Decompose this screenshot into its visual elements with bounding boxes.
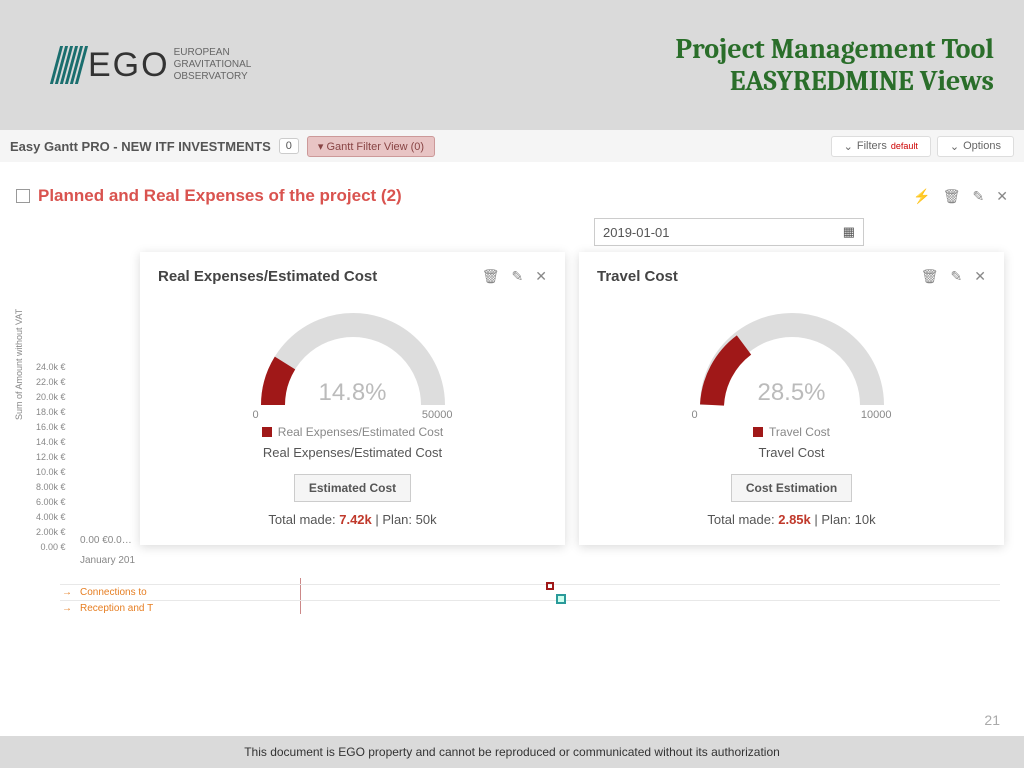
collapse-icon[interactable] xyxy=(16,189,30,203)
edit-icon[interactable]: ✎ xyxy=(512,268,524,285)
estimated-cost-button[interactable]: Estimated Cost xyxy=(294,474,411,502)
calendar-icon: ▦ xyxy=(843,224,855,240)
totals-line: Total made: 2.85k | Plan: 10k xyxy=(597,512,986,527)
gauge-sublabel: Travel Cost xyxy=(597,445,986,460)
logo-subtitle: EUROPEAN GRAVITATIONAL OBSERVATORY xyxy=(174,47,252,83)
totals-line: Total made: 7.42k | Plan: 50k xyxy=(158,512,547,527)
close-icon[interactable]: ✕ xyxy=(974,268,986,285)
app-toolbar: Easy Gantt PRO - NEW ITF INVESTMENTS 0 ▾… xyxy=(0,130,1024,162)
edit-icon[interactable]: ✎ xyxy=(951,268,963,285)
logo-text: EGO xyxy=(88,46,170,85)
card-title: Real Expenses/Estimated Cost xyxy=(158,268,377,285)
gantt-rows: →Connections to →Reception and T xyxy=(60,584,1000,616)
chevron-down-icon: ⌄ xyxy=(844,140,853,153)
gantt-filter-button[interactable]: ▾ Gantt Filter View (0) xyxy=(307,136,435,157)
options-button[interactable]: ⌄ Options xyxy=(937,136,1014,157)
gantt-row[interactable]: →Reception and T xyxy=(60,600,1000,616)
trash-icon[interactable]: 🗑 xyxy=(943,188,961,205)
section-header: Planned and Real Expenses of the project… xyxy=(0,162,1024,214)
trash-icon[interactable]: 🗑 xyxy=(482,268,500,285)
arrow-right-icon: → xyxy=(62,603,72,614)
edit-icon[interactable]: ✎ xyxy=(973,188,985,205)
footer: This document is EGO property and cannot… xyxy=(0,736,1024,768)
filter-icon: ▾ xyxy=(318,141,324,153)
slide-header: EGO EUROPEAN GRAVITATIONAL OBSERVATORY P… xyxy=(0,0,1024,130)
filters-button[interactable]: ⌄ Filters default xyxy=(831,136,931,157)
legend-swatch xyxy=(753,427,763,437)
bolt-icon[interactable]: ⚡ xyxy=(913,188,930,205)
gauge-value: 14.8% xyxy=(253,379,453,407)
card-title: Travel Cost xyxy=(597,268,678,285)
gantt-row[interactable]: →Connections to xyxy=(60,584,1000,600)
x-tick-jan: January 201 xyxy=(80,555,135,566)
logo: EGO EUROPEAN GRAVITATIONAL OBSERVATORY xyxy=(55,46,251,85)
slide-title: Project Management Tool EASYREDMINE View… xyxy=(675,33,994,97)
gauge-card-expenses: Real Expenses/Estimated Cost 🗑 ✎ ✕ 14.8%… xyxy=(140,252,565,545)
gauge-chart: 14.8% xyxy=(253,305,453,415)
close-icon[interactable]: ✕ xyxy=(996,188,1008,205)
close-icon[interactable]: ✕ xyxy=(535,268,547,285)
gauge-card-travel: Travel Cost 🗑 ✎ ✕ 28.5% 0 10000 Travel C… xyxy=(579,252,1004,545)
cost-estimation-button[interactable]: Cost Estimation xyxy=(731,474,852,502)
arrow-right-icon: → xyxy=(62,587,72,598)
page-number: 21 xyxy=(984,712,1000,728)
trash-icon[interactable]: 🗑 xyxy=(921,268,939,285)
section-title: Planned and Real Expenses of the project… xyxy=(38,186,402,206)
gauge-chart: 28.5% xyxy=(692,305,892,415)
gantt-marker xyxy=(546,582,554,590)
legend-swatch xyxy=(262,427,272,437)
date-input[interactable]: 2019-01-01 ▦ xyxy=(594,218,864,246)
gauge-sublabel: Real Expenses/Estimated Cost xyxy=(158,445,547,460)
logo-stripes-icon xyxy=(55,46,83,84)
chevron-down-icon: ⌄ xyxy=(950,140,959,153)
page-title: Easy Gantt PRO - NEW ITF INVESTMENTS xyxy=(10,139,271,154)
gantt-marker xyxy=(556,594,566,604)
gauge-value: 28.5% xyxy=(692,379,892,407)
count-badge: 0 xyxy=(279,138,299,154)
